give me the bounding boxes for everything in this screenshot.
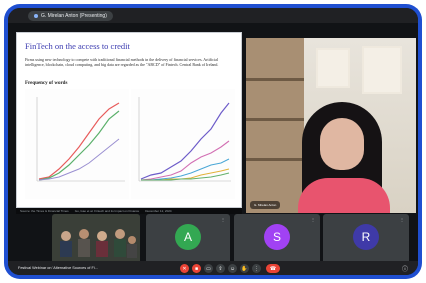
avatar: A bbox=[175, 224, 201, 250]
room-people-image bbox=[52, 214, 140, 268]
presenting-dot-icon bbox=[34, 14, 38, 18]
avatar: R bbox=[353, 224, 379, 250]
shelf-board bbox=[246, 78, 304, 81]
chart-left-svg bbox=[36, 97, 125, 182]
speaker-shirt bbox=[298, 178, 390, 213]
captions-icon[interactable]: ▭ bbox=[204, 264, 213, 273]
title-bar: G. Mirelan Anton (Presenting) bbox=[8, 8, 418, 23]
present-screen-icon[interactable]: ⇧ bbox=[216, 264, 225, 273]
series-line bbox=[38, 102, 120, 180]
raise-hand-icon[interactable]: ✋ bbox=[240, 264, 249, 273]
slide-caption-mid: Gu, Gao et al. Fintech and its Impact on… bbox=[74, 209, 140, 213]
presenting-label: G. Mirelan Anton (Presenting) bbox=[41, 13, 107, 19]
device-frame: G. Mirelan Anton (Presenting) FinTech on… bbox=[4, 4, 422, 279]
series-line bbox=[38, 138, 120, 181]
slide-body: Firms using new technology to compete wi… bbox=[25, 57, 219, 67]
shelf-board bbox=[246, 158, 304, 161]
participant-tile[interactable]: ⋮ A Anastasia Aragon bbox=[146, 214, 230, 268]
shared-slide: FinTech on the access to credit Firms us… bbox=[16, 32, 242, 208]
presenting-indicator[interactable]: G. Mirelan Anton (Presenting) bbox=[28, 11, 113, 21]
slide-subtitle: Frequency of words bbox=[25, 81, 68, 86]
more-options-icon[interactable]: ⋮ bbox=[400, 217, 404, 222]
camera-off-icon[interactable]: ■ bbox=[192, 264, 201, 273]
slide-title: FinTech on the access to credit bbox=[25, 41, 130, 51]
word-frequency-chart-right bbox=[131, 89, 235, 199]
speaker-name: G. Mirelan Anton bbox=[254, 203, 277, 207]
more-options-icon[interactable]: ⋮ bbox=[252, 264, 261, 273]
participant-tile[interactable]: ⋮ S Simona Tomaell (MIS-SUP-T) bbox=[234, 214, 320, 268]
speaker-video-tile[interactable]: G. Mirelan Anton bbox=[246, 38, 416, 213]
more-options-icon[interactable]: ⋮ bbox=[311, 217, 315, 222]
avatar: S bbox=[264, 224, 290, 250]
mic-off-icon[interactable]: ✕ bbox=[180, 264, 189, 273]
meeting-controls-bar: Festival Webinar on 'Alternative Sources… bbox=[8, 261, 418, 275]
word-frequency-chart-left bbox=[25, 89, 129, 199]
room-video-tile[interactable]: Sala Lai Regator bbox=[52, 214, 140, 268]
series-line bbox=[141, 158, 230, 181]
meeting-title: Festival Webinar on 'Alternative Sources… bbox=[18, 266, 98, 270]
wall-picture bbox=[316, 48, 350, 88]
participant-tile[interactable]: ⋮ R Rose Ayala bbox=[323, 214, 409, 268]
slide-caption-right: December 12, 2024 bbox=[145, 209, 172, 213]
shelf-board bbox=[246, 118, 304, 121]
info-icon[interactable]: ⓘ bbox=[402, 264, 408, 273]
emoji-icon[interactable]: ☺ bbox=[228, 264, 237, 273]
more-options-icon[interactable]: ⋮ bbox=[221, 217, 225, 222]
chart-right-svg bbox=[138, 97, 231, 182]
speaker-face bbox=[320, 118, 364, 170]
speaker-name-chip: G. Mirelan Anton bbox=[250, 201, 281, 209]
series-line bbox=[38, 110, 120, 181]
slide-caption-left: Source: the Times & Financial Times bbox=[20, 209, 69, 213]
meeting-screen: G. Mirelan Anton (Presenting) FinTech on… bbox=[8, 8, 418, 275]
end-call-button[interactable]: ☎ bbox=[266, 264, 280, 273]
bookshelf bbox=[246, 38, 304, 213]
wall-picture bbox=[362, 46, 402, 94]
